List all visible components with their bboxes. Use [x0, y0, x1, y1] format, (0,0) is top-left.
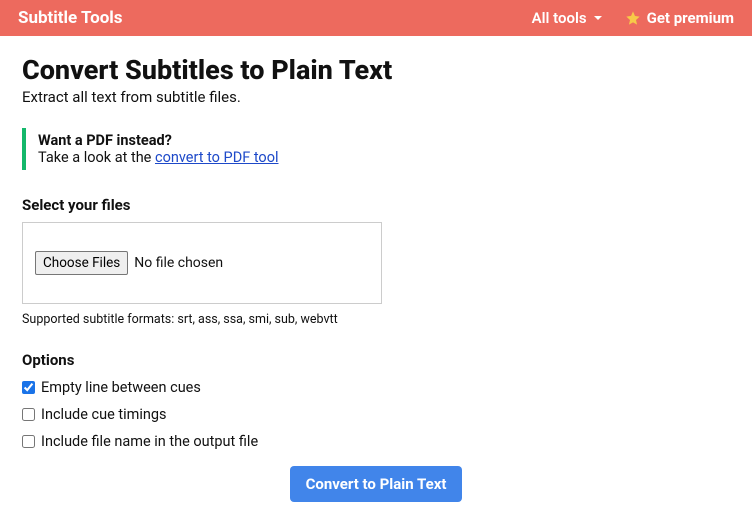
star-icon [625, 10, 641, 26]
header: Subtitle Tools All tools Get premium [0, 0, 752, 36]
choose-files-button[interactable]: Choose Files [35, 251, 128, 275]
chevron-down-icon [593, 13, 603, 23]
get-premium-label: Get premium [647, 9, 734, 27]
files-label: Select your files [22, 196, 730, 214]
option-empty-line[interactable]: Empty line between cues [22, 379, 730, 396]
brand-logo[interactable]: Subtitle Tools [18, 8, 123, 28]
all-tools-dropdown[interactable]: All tools [532, 9, 603, 27]
callout-title: Want a PDF instead? [38, 132, 730, 149]
option-cue-timings-label: Include cue timings [41, 406, 167, 423]
option-filename[interactable]: Include file name in the output file [22, 433, 730, 450]
callout-text: Take a look at the convert to PDF tool [38, 149, 730, 166]
page-title: Convert Subtitles to Plain Text [22, 54, 730, 86]
convert-button[interactable]: Convert to Plain Text [290, 466, 463, 502]
submit-row: Convert to Plain Text [22, 466, 730, 502]
content: Convert Subtitles to Plain Text Extract … [0, 36, 752, 512]
page-subtitle: Extract all text from subtitle files. [22, 88, 730, 106]
option-filename-checkbox[interactable] [22, 435, 35, 448]
callout-prefix: Take a look at the [38, 149, 155, 166]
file-status: No file chosen [134, 255, 223, 271]
option-cue-timings-checkbox[interactable] [22, 408, 35, 421]
option-cue-timings[interactable]: Include cue timings [22, 406, 730, 423]
option-empty-line-checkbox[interactable] [22, 381, 35, 394]
option-empty-line-label: Empty line between cues [41, 379, 201, 396]
get-premium-link[interactable]: Get premium [625, 9, 734, 27]
options-label: Options [22, 351, 730, 369]
header-right: All tools Get premium [532, 9, 734, 27]
convert-to-pdf-link[interactable]: convert to PDF tool [155, 149, 279, 166]
option-filename-label: Include file name in the output file [41, 433, 258, 450]
supported-formats: Supported subtitle formats: srt, ass, ss… [22, 312, 730, 327]
file-dropzone[interactable]: Choose Files No file chosen [22, 222, 382, 304]
callout: Want a PDF instead? Take a look at the c… [22, 128, 730, 170]
all-tools-label: All tools [532, 9, 587, 27]
